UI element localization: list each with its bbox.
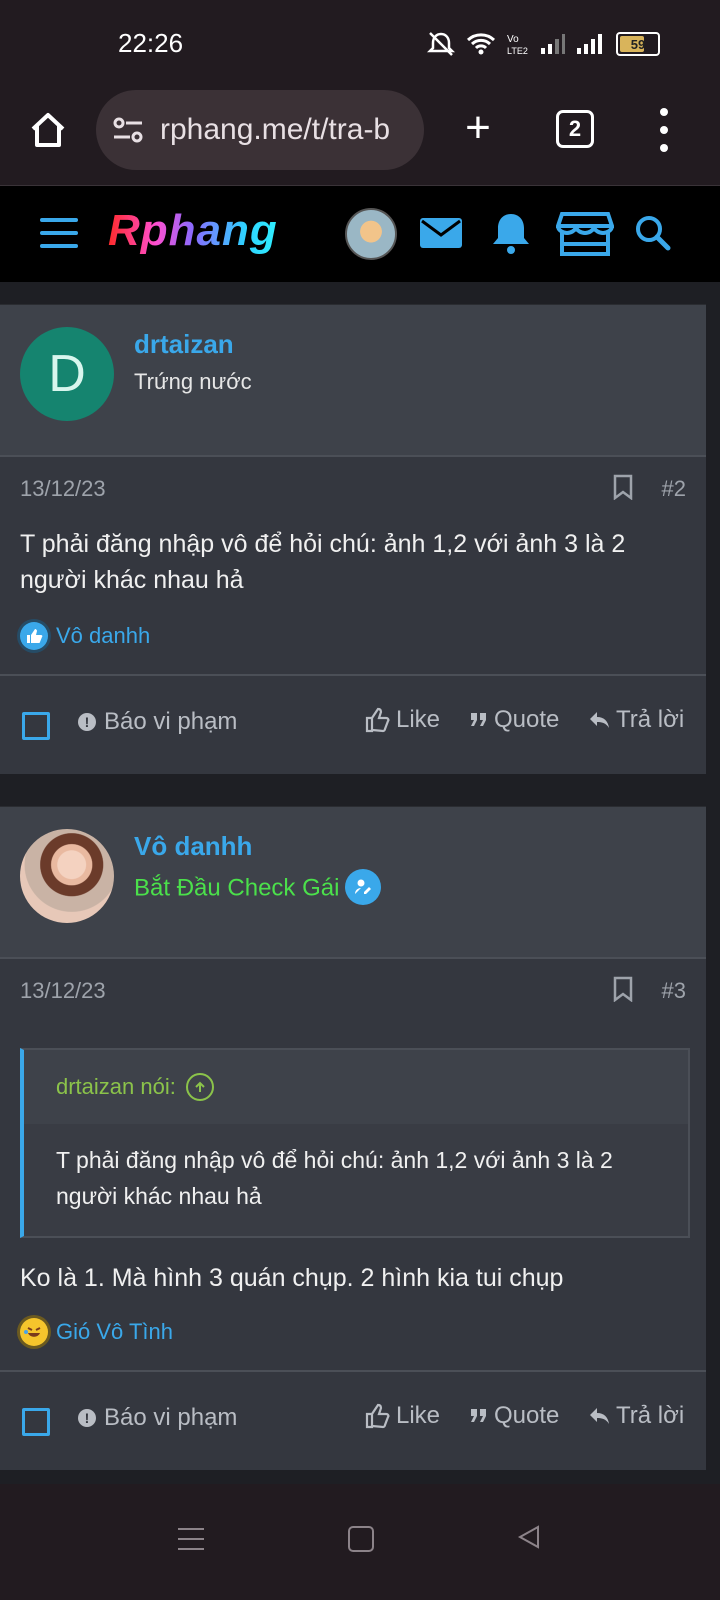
status-time: 22:26 [118, 28, 184, 58]
thumbs-up-icon [365, 707, 390, 733]
site-header: Rphang [0, 186, 720, 282]
post-action-bar: ! Báo vi phạm Like Quote Trả lời [0, 674, 706, 772]
quote-icon [471, 1409, 486, 1422]
new-tab-button[interactable]: + [456, 106, 500, 152]
quote-button[interactable]: Quote [470, 1402, 559, 1430]
quote-author[interactable]: drtaizan nói: [56, 1074, 176, 1100]
like-button[interactable]: Like [364, 1402, 440, 1430]
svg-text:LTE2: LTE2 [507, 46, 528, 56]
status-icons: Vo LTE2 59 [426, 30, 660, 58]
user-title: Trứng nước [134, 369, 252, 394]
quote-block: drtaizan nói: T phải đăng nhập vô để hỏi… [20, 1048, 690, 1238]
search-icon[interactable] [630, 210, 676, 256]
post-user-bar: Vô danhh Bắt Đầu Check Gái [0, 806, 706, 959]
avatar[interactable]: D [20, 327, 114, 421]
quote-header[interactable]: drtaizan nói: [24, 1050, 688, 1124]
site-settings-icon[interactable] [112, 113, 146, 147]
address-bar[interactable]: rphang.me/t/tra-b [96, 90, 424, 170]
site-logo[interactable]: Rphang [108, 206, 278, 256]
avatar[interactable] [20, 829, 114, 923]
reply-button[interactable]: Trả lời [588, 706, 684, 734]
tab-switcher-button[interactable]: 2 [556, 110, 594, 148]
browser-toolbar: rphang.me/t/tra-b + 2 [0, 90, 720, 186]
post-number[interactable]: #2 [662, 476, 686, 502]
post-number[interactable]: #3 [662, 978, 686, 1004]
post-username[interactable]: drtaizan [134, 329, 234, 360]
reply-button[interactable]: Trả lời [588, 1402, 684, 1430]
reaction-user[interactable]: Gió Vô Tình [56, 1319, 173, 1345]
system-navigation-bar [0, 1484, 720, 1600]
home-icon [31, 113, 65, 147]
exclamation-icon: ! [78, 713, 96, 731]
reaction-user[interactable]: Vô danhh [56, 623, 150, 649]
mail-icon[interactable] [418, 210, 464, 256]
post-date[interactable]: 13/12/23 [20, 978, 106, 1004]
post-body: T phải đăng nhập vô để hỏi chú: ảnh 1,2 … [20, 530, 626, 594]
home-button[interactable] [26, 108, 70, 152]
select-checkbox[interactable] [22, 1408, 50, 1436]
signal-2-icon [577, 34, 602, 54]
wifi-icon [466, 33, 496, 55]
quote-text: T phải đăng nhập vô để hỏi chú: ảnh 1,2 … [24, 1124, 688, 1236]
verified-badge-icon [345, 869, 382, 905]
post-username[interactable]: Vô danhh [134, 831, 252, 862]
spacer [0, 774, 706, 806]
hamburger-menu-icon[interactable] [40, 218, 78, 248]
post-2: D drtaizan Trứng nước 13/12/23 #2 T phải… [0, 304, 706, 774]
recent-apps-icon[interactable] [178, 1528, 204, 1550]
svg-text:Vo: Vo [507, 34, 519, 45]
reaction-summary[interactable]: Vô danhh [20, 622, 150, 650]
exclamation-icon: ! [78, 1409, 96, 1427]
url-text[interactable]: rphang.me/t/tra-b [160, 113, 408, 147]
bookmark-icon[interactable] [612, 976, 634, 1002]
quote-icon [471, 713, 486, 726]
post-user-bar: D drtaizan Trứng nước [0, 304, 706, 457]
battery-icon: 59 [616, 32, 660, 56]
arrow-up-circle-icon[interactable] [185, 1073, 214, 1101]
status-bar: 22:26 Vo LTE2 59 [0, 0, 720, 90]
user-title: Bắt Đầu Check Gái [134, 869, 382, 907]
mute-icon [426, 32, 456, 56]
reply-icon [590, 1408, 609, 1424]
reaction-summary[interactable]: Gió Vô Tình [20, 1318, 173, 1346]
reply-icon [590, 712, 609, 728]
post-body: Ko là 1. Mà hình 3 quán chụp. 2 hình kia… [20, 1264, 564, 1292]
like-button[interactable]: Like [364, 706, 440, 734]
post-date[interactable]: 13/12/23 [20, 476, 106, 502]
thumbs-up-reaction-icon [20, 622, 48, 650]
thumbs-up-icon [365, 1403, 390, 1429]
report-button[interactable]: ! Báo vi phạm [78, 1404, 237, 1432]
back-icon[interactable] [516, 1524, 542, 1550]
store-icon[interactable] [556, 210, 614, 256]
post-action-bar: ! Báo vi phạm Like Quote Trả lời [0, 1370, 706, 1468]
post-3: Vô danhh Bắt Đầu Check Gái 13/12/23 #3 d… [0, 806, 706, 1470]
spacer [0, 282, 706, 304]
bookmark-icon[interactable] [612, 474, 634, 500]
select-checkbox[interactable] [22, 712, 50, 740]
browser-menu-button[interactable] [658, 108, 670, 152]
laughing-reaction-icon [20, 1318, 48, 1346]
bell-icon[interactable] [488, 210, 534, 256]
system-home-icon[interactable] [348, 1526, 374, 1552]
report-button[interactable]: ! Báo vi phạm [78, 708, 237, 736]
volte-icon: VoLTE2 [507, 34, 528, 56]
user-avatar[interactable] [345, 208, 397, 260]
signal-1-icon [541, 34, 565, 54]
quote-button[interactable]: Quote [470, 706, 559, 734]
